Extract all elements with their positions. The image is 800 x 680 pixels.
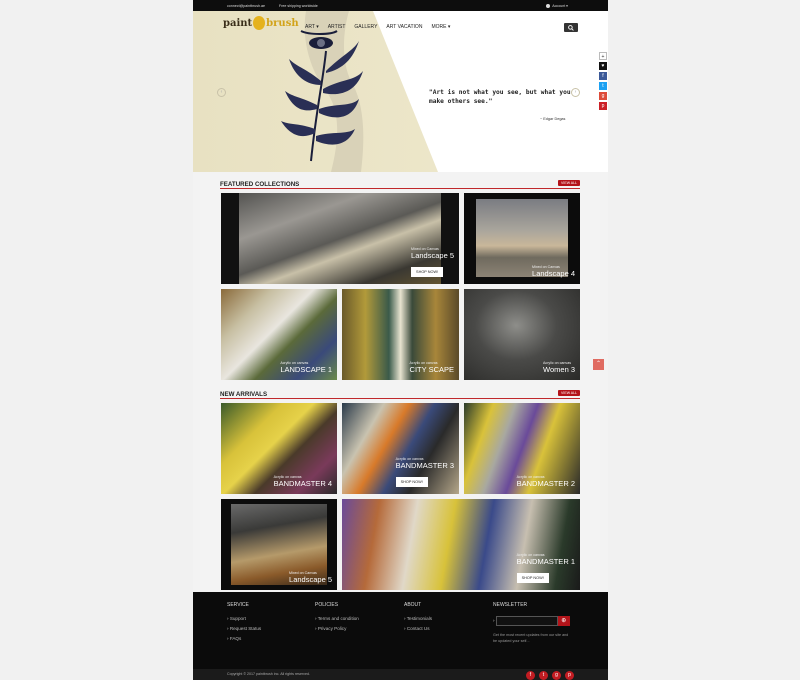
product-name: BANDMASTER 4 <box>273 479 332 488</box>
shop-now-button[interactable]: SHOP NOW! <box>516 573 549 583</box>
brand-logo[interactable]: paint brush <box>223 16 299 30</box>
contact-email[interactable]: connect@paintbrush.ae <box>227 4 265 8</box>
shipping-note: Free shipping worldwide <box>279 3 318 8</box>
brand-word-brush: brush <box>266 17 299 29</box>
featured-view-all-button[interactable]: VIEW ALL <box>558 180 580 186</box>
product-name: LANDSCAPE 1 <box>280 365 332 374</box>
pinterest-icon[interactable]: p <box>599 102 607 110</box>
account-label: Account ▾ <box>552 3 568 8</box>
newsletter-submit-button[interactable]: ⊕ <box>557 616 570 626</box>
footer-link-testimonials[interactable]: Testimonials <box>404 616 432 621</box>
footer-link-support[interactable]: Support <box>227 616 261 621</box>
facebook-icon[interactable]: f <box>526 671 535 680</box>
newsletter-email-input[interactable] <box>495 616 558 626</box>
nav-art-vacation[interactable]: ART VACATION <box>386 24 422 30</box>
product-card-women-3[interactable]: Acrylic on canvas Women 3 <box>464 289 580 380</box>
top-bar: connect@paintbrush.ae Free shipping worl… <box>193 0 608 11</box>
newsletter-description: Get the most recent updates from our sit… <box>493 633 569 643</box>
google-plus-icon[interactable]: g <box>552 671 561 680</box>
arrivals-view-all-button[interactable]: VIEW ALL <box>558 390 580 396</box>
shop-now-button[interactable]: SHOP NOW! <box>395 477 428 487</box>
hero-quote-author: ~ Edgar Degas <box>540 117 566 121</box>
product-card-bandmaster-2[interactable]: Acrylic on canvas BANDMASTER 2 <box>464 403 580 494</box>
brush-logo-icon <box>253 16 266 30</box>
nav-art[interactable]: ART ▾ <box>305 24 319 30</box>
hero-quote: "Art is not what you see, but what you m… <box>429 89 571 105</box>
product-name: BANDMASTER 3 <box>395 461 454 470</box>
footer: SERVICE Support Request Status FAQs POLI… <box>193 592 608 669</box>
hero-painting <box>281 11 364 172</box>
main-nav: ART ▾ ARTIST GALLERY ART VACATION MORE ▾ <box>305 24 450 30</box>
footer-about-title: ABOUT <box>404 602 422 608</box>
product-name: Landscape 5 <box>289 575 332 584</box>
chevron-up-icon: ⌃ <box>595 361 602 367</box>
nav-more[interactable]: MORE ▾ <box>431 24 450 30</box>
copyright-text: Copyright © 2017 paintbrush inc. All rig… <box>227 672 310 676</box>
footer-service: SERVICE Support Request Status FAQs <box>227 602 261 646</box>
newsletter-title: NEWSLETTER <box>493 602 528 608</box>
search-button[interactable] <box>564 23 578 32</box>
footer-about: ABOUT Testimonials Contact Us <box>404 602 432 636</box>
nav-artist[interactable]: ARTIST <box>328 24 346 30</box>
carousel-prev-arrow[interactable]: ‹ <box>217 88 226 97</box>
twitter-icon[interactable]: t <box>599 82 607 90</box>
product-card-city-scape[interactable]: Acrylic on canvas CITY SCAPE <box>342 289 459 380</box>
product-card-landscape-5[interactable]: Mixed on Canvas Landscape 5 SHOP NOW! <box>221 193 459 284</box>
product-name: BANDMASTER 1 <box>516 557 575 566</box>
featured-title: FEATURED COLLECTIONS <box>220 181 300 188</box>
arrivals-header: NEW ARRIVALS VIEW ALL <box>220 389 580 399</box>
footer-link-privacy[interactable]: Privacy Policy <box>315 626 359 631</box>
share-plus-icon[interactable]: + <box>599 52 607 60</box>
page: connect@paintbrush.ae Free shipping worl… <box>193 0 608 680</box>
favorite-heart-icon[interactable]: ♥ <box>599 62 607 70</box>
google-plus-icon[interactable]: g <box>599 92 607 100</box>
facebook-icon[interactable]: f <box>599 72 607 80</box>
product-name: Landscape 5 <box>411 251 454 260</box>
shop-now-button[interactable]: SHOP NOW! <box>411 267 444 277</box>
user-icon <box>546 3 551 8</box>
account-menu[interactable]: Account ▾ <box>546 3 568 8</box>
product-card-bandmaster-4[interactable]: Acrylic on canvas BANDMASTER 4 <box>221 403 337 494</box>
footer-link-terms[interactable]: Terms and condition <box>315 616 359 621</box>
featured-header: FEATURED COLLECTIONS VIEW ALL <box>220 179 580 189</box>
side-social-bar: + ♥ f t g p <box>599 52 607 112</box>
product-name: BANDMASTER 2 <box>516 479 575 488</box>
product-card-landscape-5-arrival[interactable]: Mixed on Canvas Landscape 5 <box>221 499 337 590</box>
footer-link-request-status[interactable]: Request Status <box>227 626 261 631</box>
nav-gallery[interactable]: GALLERY <box>354 24 377 30</box>
footer-policies-title: POLICIES <box>315 602 339 608</box>
hero-banner: paint brush ART ▾ ARTIST GALLERY ART VAC… <box>193 11 608 172</box>
scroll-to-top-button[interactable]: ⌃ <box>593 359 604 370</box>
brand-word-paint: paint <box>223 17 253 29</box>
search-icon <box>568 25 574 31</box>
newsletter-form: ⊕ <box>493 616 573 626</box>
footer-link-contact[interactable]: Contact Us <box>404 626 432 631</box>
product-name: Women 3 <box>543 365 575 374</box>
product-name: CITY SCAPE <box>409 365 454 374</box>
product-card-bandmaster-1[interactable]: Acrylic on canvas BANDMASTER 1 SHOP NOW! <box>342 499 580 590</box>
product-card-landscape-1[interactable]: Acrylic on canvas LANDSCAPE 1 <box>221 289 337 380</box>
pinterest-icon[interactable]: p <box>565 671 574 680</box>
product-card-bandmaster-3[interactable]: Acrylic on canvas BANDMASTER 3 SHOP NOW! <box>342 403 459 494</box>
footer-link-faqs[interactable]: FAQs <box>227 636 261 641</box>
footer-policies: POLICIES Terms and condition Privacy Pol… <box>315 602 359 636</box>
product-card-landscape-4[interactable]: Mixed on Canvas Landscape 4 <box>464 193 580 284</box>
twitter-icon[interactable]: t <box>539 671 548 680</box>
footer-newsletter: NEWSLETTER ⊕ Get the most recent updates… <box>493 602 573 644</box>
product-name: Landscape 4 <box>532 269 575 278</box>
footer-social: f t g p <box>526 671 574 680</box>
footer-service-title: SERVICE <box>227 602 249 608</box>
arrivals-title: NEW ARRIVALS <box>220 391 268 398</box>
